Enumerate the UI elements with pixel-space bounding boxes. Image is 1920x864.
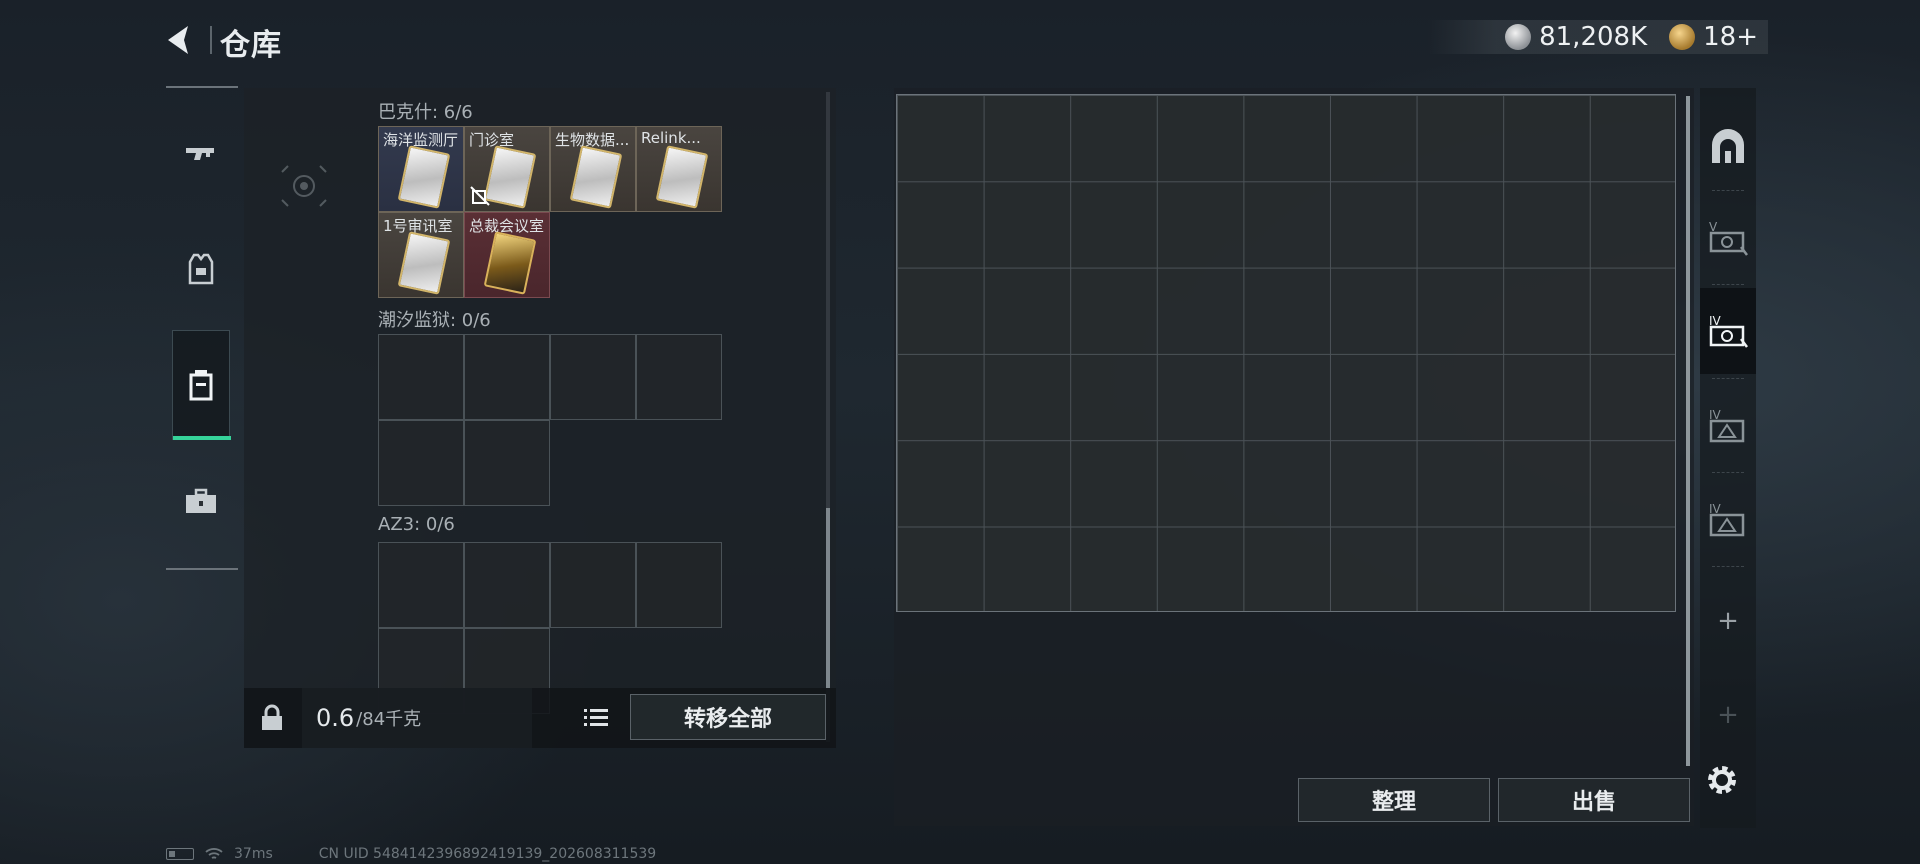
key-card-icon bbox=[397, 145, 451, 209]
key-card-slot[interactable]: 门诊室 bbox=[464, 126, 550, 212]
badge-count: 18+ bbox=[1703, 22, 1758, 52]
divider bbox=[166, 568, 238, 570]
empty-slot[interactable] bbox=[378, 334, 464, 420]
key-card-slot[interactable]: 生物数据... bbox=[550, 126, 636, 212]
lock-button[interactable] bbox=[252, 698, 292, 738]
case-v-icon: V bbox=[1709, 220, 1748, 256]
gun-icon bbox=[186, 148, 214, 160]
key-card-name: 总裁会议室 bbox=[469, 217, 545, 235]
key-card-slot[interactable]: 总裁会议室 bbox=[464, 212, 550, 298]
scrollbar-thumb[interactable] bbox=[1686, 96, 1690, 766]
case-iv-c-tab[interactable]: IV bbox=[1700, 476, 1756, 562]
armor-vest-icon bbox=[188, 253, 214, 285]
key-card-icon bbox=[569, 145, 623, 209]
gear-icon[interactable] bbox=[1702, 760, 1742, 800]
container-grid[interactable] bbox=[896, 94, 1676, 612]
radar-icon bbox=[281, 165, 327, 207]
container-icon bbox=[189, 370, 213, 401]
tab-containers[interactable] bbox=[172, 330, 231, 440]
sort-button[interactable]: 整理 bbox=[1298, 778, 1490, 822]
add-container-button[interactable]: + bbox=[1700, 700, 1756, 730]
weight-bar: 0.6 /84千克 转移全部 bbox=[244, 688, 836, 748]
badge-icon bbox=[1669, 24, 1696, 50]
key-card-name: Relink... bbox=[641, 129, 701, 147]
container-tabs: V IV IV IV + + bbox=[1700, 88, 1756, 828]
add-container-button[interactable]: + bbox=[1700, 606, 1756, 636]
sell-button[interactable]: 出售 bbox=[1498, 778, 1690, 822]
key-card-slot[interactable]: Relink... bbox=[636, 126, 722, 212]
no-drop-icon bbox=[470, 186, 490, 206]
divider bbox=[1712, 378, 1744, 379]
key-card-icon bbox=[483, 231, 537, 295]
lock-icon bbox=[262, 704, 282, 730]
section-label-az3: AZ3: 0/6 bbox=[378, 514, 455, 535]
container-panel: 整理 出售 bbox=[894, 88, 1694, 826]
empty-slot[interactable] bbox=[464, 334, 550, 420]
key-card-icon bbox=[483, 145, 537, 209]
case-iv-icon: IV bbox=[1709, 314, 1748, 348]
section-label-bakeshi: 巴克什: 6/6 bbox=[378, 102, 473, 123]
case-iv-tab[interactable]: IV bbox=[1700, 288, 1756, 374]
wifi-icon bbox=[205, 848, 223, 859]
case-iv-c-icon: IV bbox=[1709, 502, 1745, 537]
uid-text: CN UID 5484142396892419139_202608311539 bbox=[318, 846, 657, 862]
empty-slot[interactable] bbox=[378, 542, 464, 628]
key-card-name: 1号审讯室 bbox=[383, 217, 453, 235]
list-icon bbox=[584, 709, 608, 726]
weight-max: /84千克 bbox=[356, 709, 422, 730]
tab-weapons[interactable] bbox=[172, 100, 230, 210]
weight-current: 0.6 bbox=[316, 704, 355, 732]
weight-display: 0.6 /84千克 bbox=[302, 688, 532, 748]
tab-equipment[interactable] bbox=[172, 214, 230, 324]
page-title: 仓库 bbox=[220, 28, 282, 63]
key-card-icon bbox=[397, 231, 451, 295]
coin-icon bbox=[1505, 24, 1532, 50]
key-card-icon bbox=[655, 145, 709, 209]
ping-text: 37ms bbox=[234, 846, 273, 862]
scrollbar-thumb[interactable] bbox=[826, 508, 830, 688]
top-bar: 仓库 81,208K 18+ bbox=[0, 0, 1920, 80]
key-grid-bakeshi: 海洋监测厅 门诊室 生物数据... Relink... 1号审讯室 总裁会议室 bbox=[378, 126, 726, 302]
empty-slot[interactable] bbox=[636, 542, 722, 628]
storage-panel: 巴克什: 6/6 海洋监测厅 门诊室 生物数据... Relink... 1号审… bbox=[244, 88, 836, 748]
tab-items[interactable] bbox=[172, 446, 230, 556]
case-v-tab[interactable]: V bbox=[1700, 194, 1756, 280]
empty-slot[interactable] bbox=[636, 334, 722, 420]
transfer-all-button[interactable]: 转移全部 bbox=[630, 694, 826, 740]
case-iv-b-icon: IV bbox=[1709, 408, 1745, 443]
empty-slot[interactable] bbox=[550, 334, 636, 420]
battery-icon bbox=[166, 848, 194, 860]
empty-slot[interactable] bbox=[464, 420, 550, 506]
divider bbox=[1712, 472, 1744, 473]
safe-house-tab[interactable] bbox=[1700, 104, 1756, 190]
back-arrow-icon[interactable] bbox=[160, 20, 200, 60]
currency-amount: 81,208K bbox=[1539, 22, 1648, 52]
list-view-button[interactable] bbox=[580, 702, 612, 734]
divider bbox=[166, 86, 238, 88]
key-card-name: 门诊室 bbox=[469, 131, 515, 149]
empty-slot[interactable] bbox=[378, 420, 464, 506]
key-card-slot[interactable]: 1号审讯室 bbox=[378, 212, 464, 298]
key-card-name: 生物数据... bbox=[555, 131, 630, 149]
key-card-slot[interactable]: 海洋监测厅 bbox=[378, 126, 464, 212]
toolbox-icon bbox=[186, 488, 216, 513]
empty-slot[interactable] bbox=[550, 542, 636, 628]
title-divider bbox=[210, 26, 212, 54]
currency-display: 81,208K 18+ bbox=[1428, 20, 1768, 54]
category-tabs bbox=[166, 86, 238, 570]
divider bbox=[1712, 284, 1744, 285]
divider bbox=[1712, 190, 1744, 191]
status-bar: 37ms CN UID 5484142396892419139_20260831… bbox=[166, 844, 656, 864]
case-iv-b-tab[interactable]: IV bbox=[1700, 382, 1756, 468]
empty-slot[interactable] bbox=[464, 542, 550, 628]
section-label-tidal-prison: 潮汐监狱: 0/6 bbox=[378, 310, 491, 331]
arch-icon bbox=[1712, 129, 1744, 163]
key-card-name: 海洋监测厅 bbox=[383, 131, 459, 149]
divider bbox=[1712, 566, 1744, 567]
key-grid-tidal-prison bbox=[378, 334, 726, 510]
